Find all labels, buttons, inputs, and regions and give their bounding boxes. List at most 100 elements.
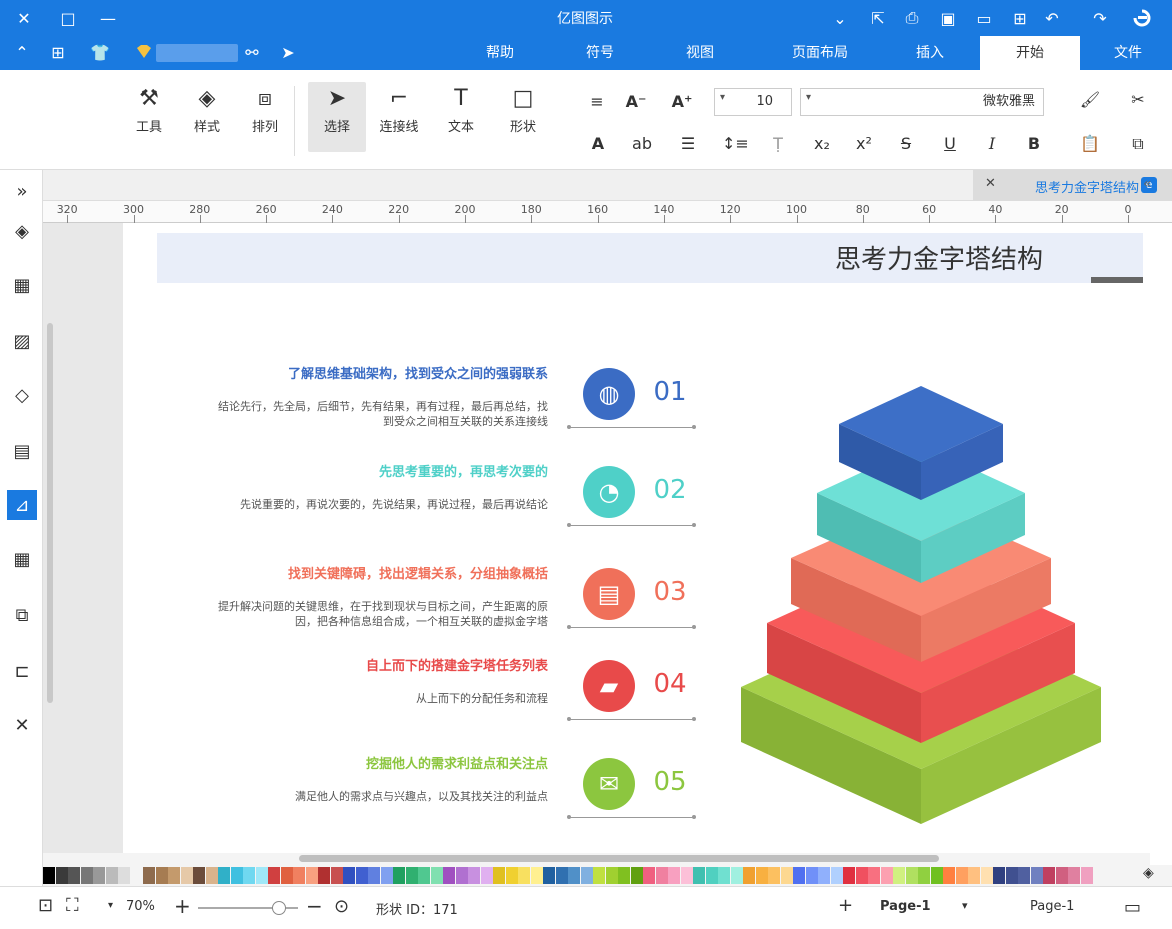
palette-swatch[interactable] [830, 867, 843, 884]
zoom-level[interactable]: 70% [126, 899, 155, 914]
item-number[interactable]: 04 [645, 669, 695, 699]
palette-swatch[interactable] [430, 867, 443, 884]
palette-swatch[interactable] [780, 867, 793, 884]
page-icon[interactable]: ▤ [7, 436, 37, 466]
tab-insert[interactable]: 插入 [890, 36, 970, 70]
pyramid-graphic[interactable] [733, 383, 1113, 843]
fill-icon[interactable]: ◈ [7, 216, 37, 246]
maximize-icon[interactable]: □ [56, 6, 80, 30]
palette-swatch[interactable] [293, 867, 305, 884]
palette-swatch[interactable] [355, 867, 368, 884]
palette-swatch[interactable] [555, 867, 568, 884]
palette-swatch[interactable] [130, 867, 143, 884]
envelope-icon[interactable]: ✉ [583, 758, 635, 810]
palette-swatch[interactable] [718, 867, 730, 884]
palette-swatch[interactable] [455, 867, 468, 884]
redo-icon[interactable]: ↷ [1088, 6, 1112, 30]
tools-button[interactable]: ⚒ 工具 [120, 82, 178, 152]
palette-swatch[interactable] [493, 867, 505, 884]
book-icon[interactable]: ▰ [583, 660, 635, 712]
cut-icon[interactable]: ✂ [1126, 88, 1150, 112]
item-number[interactable]: 05 [645, 767, 695, 797]
palette-swatch[interactable] [755, 867, 768, 884]
palette-swatch[interactable] [255, 867, 268, 884]
palette-swatch[interactable] [768, 867, 780, 884]
align-icon[interactable]: ≡ [585, 90, 609, 114]
palette-swatch[interactable] [905, 867, 918, 884]
item-number[interactable]: 01 [645, 377, 695, 407]
quick-access-dropdown-icon[interactable]: ⌄ [828, 6, 852, 30]
line-spacing-icon[interactable]: ↕≡ [722, 132, 749, 156]
palette-swatch[interactable] [743, 867, 755, 884]
palette-swatch[interactable] [543, 867, 555, 884]
palette-swatch[interactable] [168, 867, 180, 884]
palette-swatch[interactable] [1043, 867, 1055, 884]
globe-icon[interactable]: ◍ [583, 368, 635, 420]
lightbulb-icon[interactable]: ◔ [583, 466, 635, 518]
palette-swatch[interactable] [1068, 867, 1080, 884]
export-icon[interactable]: ⇱ [866, 6, 890, 30]
paste-icon[interactable]: 📋 [1078, 132, 1102, 156]
palette-swatch[interactable] [93, 867, 105, 884]
palette-swatch[interactable] [955, 867, 968, 884]
palette-swatch[interactable] [230, 867, 243, 884]
item-description[interactable]: 提升解决问题的关键思维，在于找到现状与目标之间，产生距离的原因，把各种信息组合成… [213, 599, 548, 629]
style-button[interactable]: ◈ 样式 [178, 82, 236, 152]
page-view-icon[interactable]: ▭ [1124, 897, 1141, 918]
palette-swatch[interactable] [530, 867, 543, 884]
item-description[interactable]: 满足他人的需求点与兴趣点，以及其找关注的利益点 [213, 789, 548, 804]
palette-swatch[interactable] [993, 867, 1005, 884]
tab-help[interactable]: 帮助 [465, 36, 535, 70]
palette-swatch[interactable] [668, 867, 680, 884]
play-icon[interactable]: ⊙ [334, 896, 349, 917]
grid-icon[interactable]: ▦ [7, 270, 37, 300]
select-tool-button[interactable]: ➤ 选择 [308, 82, 366, 152]
strikethrough-icon[interactable]: S [894, 132, 918, 156]
table-icon[interactable]: ▦ [7, 544, 37, 574]
palette-swatch[interactable] [243, 867, 255, 884]
palette-swatch[interactable] [505, 867, 518, 884]
vertical-scrollbar[interactable] [47, 323, 53, 703]
tab-scroll-icon[interactable]: « [1143, 176, 1152, 192]
palette-swatch[interactable] [218, 867, 230, 884]
font-color-icon[interactable]: A [586, 132, 610, 156]
connector-tool-button[interactable]: ⌐ 连接线 [370, 82, 428, 152]
subscript-icon[interactable]: x₂ [810, 132, 834, 156]
item-title[interactable]: 自上而下的搭建金字塔任务列表 [153, 655, 548, 674]
copy-icon[interactable]: ⧉ [1126, 132, 1150, 156]
undo-icon[interactable]: ↶ [1040, 6, 1064, 30]
send-icon[interactable]: ➤ [276, 40, 300, 64]
diagram-title[interactable]: 思考力金字塔结构 [693, 239, 1043, 276]
layers-icon[interactable]: ◇ [7, 380, 37, 410]
palette-fill-icon[interactable]: ◈ [1143, 865, 1154, 881]
palette-swatch[interactable] [480, 867, 493, 884]
tab-home[interactable]: 开始 [980, 36, 1080, 70]
item-title[interactable]: 挖掘他人的需求利益点和关注点 [153, 753, 548, 772]
palette-swatch[interactable] [405, 867, 418, 884]
page-dropdown-icon[interactable]: ▾ [962, 899, 968, 912]
collapse-ribbon-icon[interactable]: ⌃ [10, 40, 34, 64]
chart-icon[interactable]: ⊿ [7, 490, 37, 520]
item-title[interactable]: 找到关键障碍，找出逻辑关系，分组抽象概括 [153, 563, 548, 582]
expand-panel-icon[interactable]: » [7, 176, 37, 206]
palette-swatch[interactable] [630, 867, 643, 884]
palette-swatch[interactable] [468, 867, 480, 884]
palette-swatch[interactable] [318, 867, 330, 884]
list-icon[interactable]: ☰ [676, 132, 700, 156]
add-page-icon[interactable]: + [838, 895, 853, 916]
palette-swatch[interactable] [518, 867, 530, 884]
palette-swatch[interactable] [805, 867, 818, 884]
item-description[interactable]: 结论先行，先全局，后细节，先有结果，再有过程，最后再总结，找到受众之间相互关联的… [213, 399, 548, 429]
palette-swatch[interactable] [655, 867, 668, 884]
palette-swatch[interactable] [880, 867, 893, 884]
zoom-slider-thumb[interactable] [272, 901, 286, 915]
open-icon[interactable]: ▭ [972, 6, 996, 30]
palette-swatch[interactable] [580, 867, 593, 884]
font-name-select[interactable]: 微软雅黑 [800, 88, 1044, 116]
palette-swatch[interactable] [680, 867, 693, 884]
item-description[interactable]: 从上而下的分配任务和流程 [213, 691, 548, 706]
shape-tool-button[interactable]: □ 形状 [494, 82, 552, 152]
new-icon[interactable]: ⊞ [1008, 6, 1032, 30]
image-icon[interactable]: ▨ [7, 326, 37, 356]
palette-swatch[interactable] [118, 867, 130, 884]
